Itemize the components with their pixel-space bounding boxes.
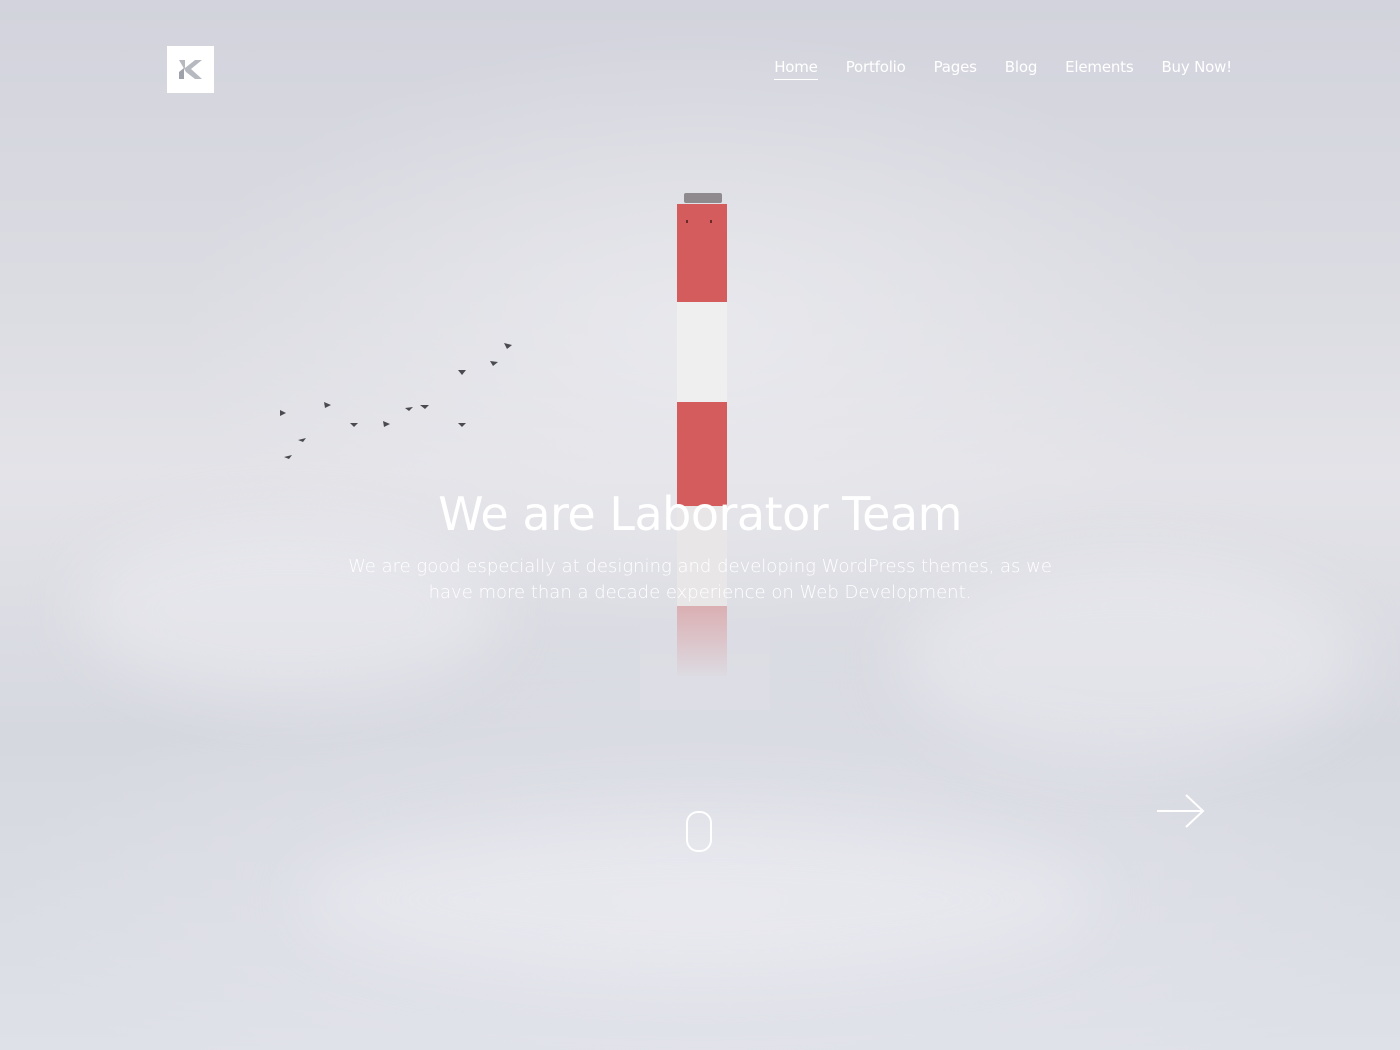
hero-content: We are Laborator Team We are good especi… — [300, 484, 1100, 606]
arrow-right-icon[interactable] — [1156, 794, 1206, 830]
fog-overlay — [640, 600, 770, 710]
nav-item-elements[interactable]: Elements — [1065, 58, 1134, 80]
nav-item-buy-now[interactable]: Buy Now! — [1161, 58, 1232, 80]
k-logo-icon — [179, 60, 202, 79]
hero-subtitle: We are good especially at designing and … — [348, 556, 1052, 603]
nav-item-blog[interactable]: Blog — [1005, 58, 1038, 80]
site-logo[interactable] — [167, 46, 214, 93]
nav-item-pages[interactable]: Pages — [934, 58, 977, 80]
hero-title: We are Laborator Team — [438, 487, 962, 541]
nav-item-portfolio[interactable]: Portfolio — [846, 58, 906, 80]
birds-image — [280, 343, 512, 459]
mouse-scroll-icon[interactable] — [686, 811, 712, 852]
chimney-top — [684, 193, 722, 203]
nav-item-home[interactable]: Home — [774, 58, 818, 80]
main-nav: Home Portfolio Pages Blog Elements Buy N… — [774, 58, 1232, 80]
